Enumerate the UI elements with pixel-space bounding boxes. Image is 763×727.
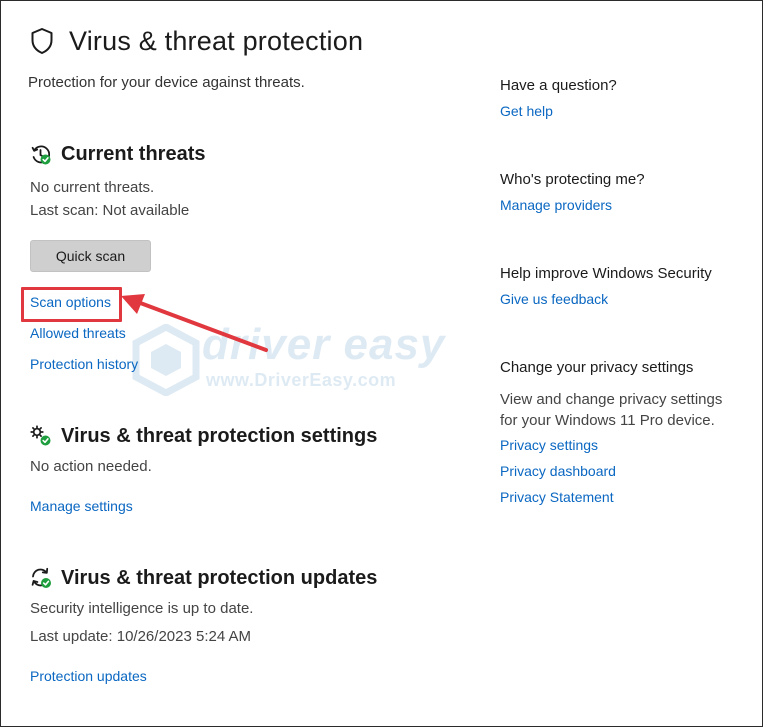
page-title: Virus & threat protection xyxy=(69,26,364,56)
shield-icon xyxy=(31,28,53,54)
updates-status: Security intelligence is up to date. xyxy=(30,600,254,617)
privacy-dashboard-link[interactable]: Privacy dashboard xyxy=(500,463,616,479)
current-threats-heading: Current threats xyxy=(61,143,206,165)
manage-settings-link[interactable]: Manage settings xyxy=(30,498,133,514)
privacy-statement-link[interactable]: Privacy Statement xyxy=(500,489,614,505)
settings-heading: Virus & threat protection settings xyxy=(61,425,378,447)
scan-options-link[interactable]: Scan options xyxy=(30,294,111,310)
last-scan-text: Last scan: Not available xyxy=(30,202,190,219)
updates-heading: Virus & threat protection updates xyxy=(61,567,378,589)
get-help-link[interactable]: Get help xyxy=(500,103,553,119)
annotation-arrow-icon xyxy=(121,294,268,352)
manage-providers-link[interactable]: Manage providers xyxy=(500,197,612,213)
refresh-check-icon xyxy=(31,567,51,588)
question-heading: Have a question? xyxy=(500,77,617,94)
gears-check-icon xyxy=(30,425,51,446)
protecting-heading: Who's protecting me? xyxy=(500,171,645,188)
current-threats-status: No current threats. xyxy=(30,179,155,196)
quick-scan-button[interactable]: Quick scan xyxy=(30,240,151,272)
settings-status: No action needed. xyxy=(30,458,152,475)
history-check-icon xyxy=(31,145,51,165)
allowed-threats-link[interactable]: Allowed threats xyxy=(30,325,126,341)
page-subtitle: Protection for your device against threa… xyxy=(28,74,305,91)
improve-heading: Help improve Windows Security xyxy=(500,265,712,282)
privacy-heading: Change your privacy settings xyxy=(500,359,694,376)
protection-updates-link[interactable]: Protection updates xyxy=(30,668,147,684)
give-feedback-link[interactable]: Give us feedback xyxy=(500,291,608,307)
privacy-settings-link[interactable]: Privacy settings xyxy=(500,437,598,453)
watermark-url: www.DriverEasy.com xyxy=(206,370,397,390)
privacy-description: View and change privacy settings for you… xyxy=(500,391,723,429)
last-update-text: Last update: 10/26/2023 5:24 AM xyxy=(30,628,252,645)
